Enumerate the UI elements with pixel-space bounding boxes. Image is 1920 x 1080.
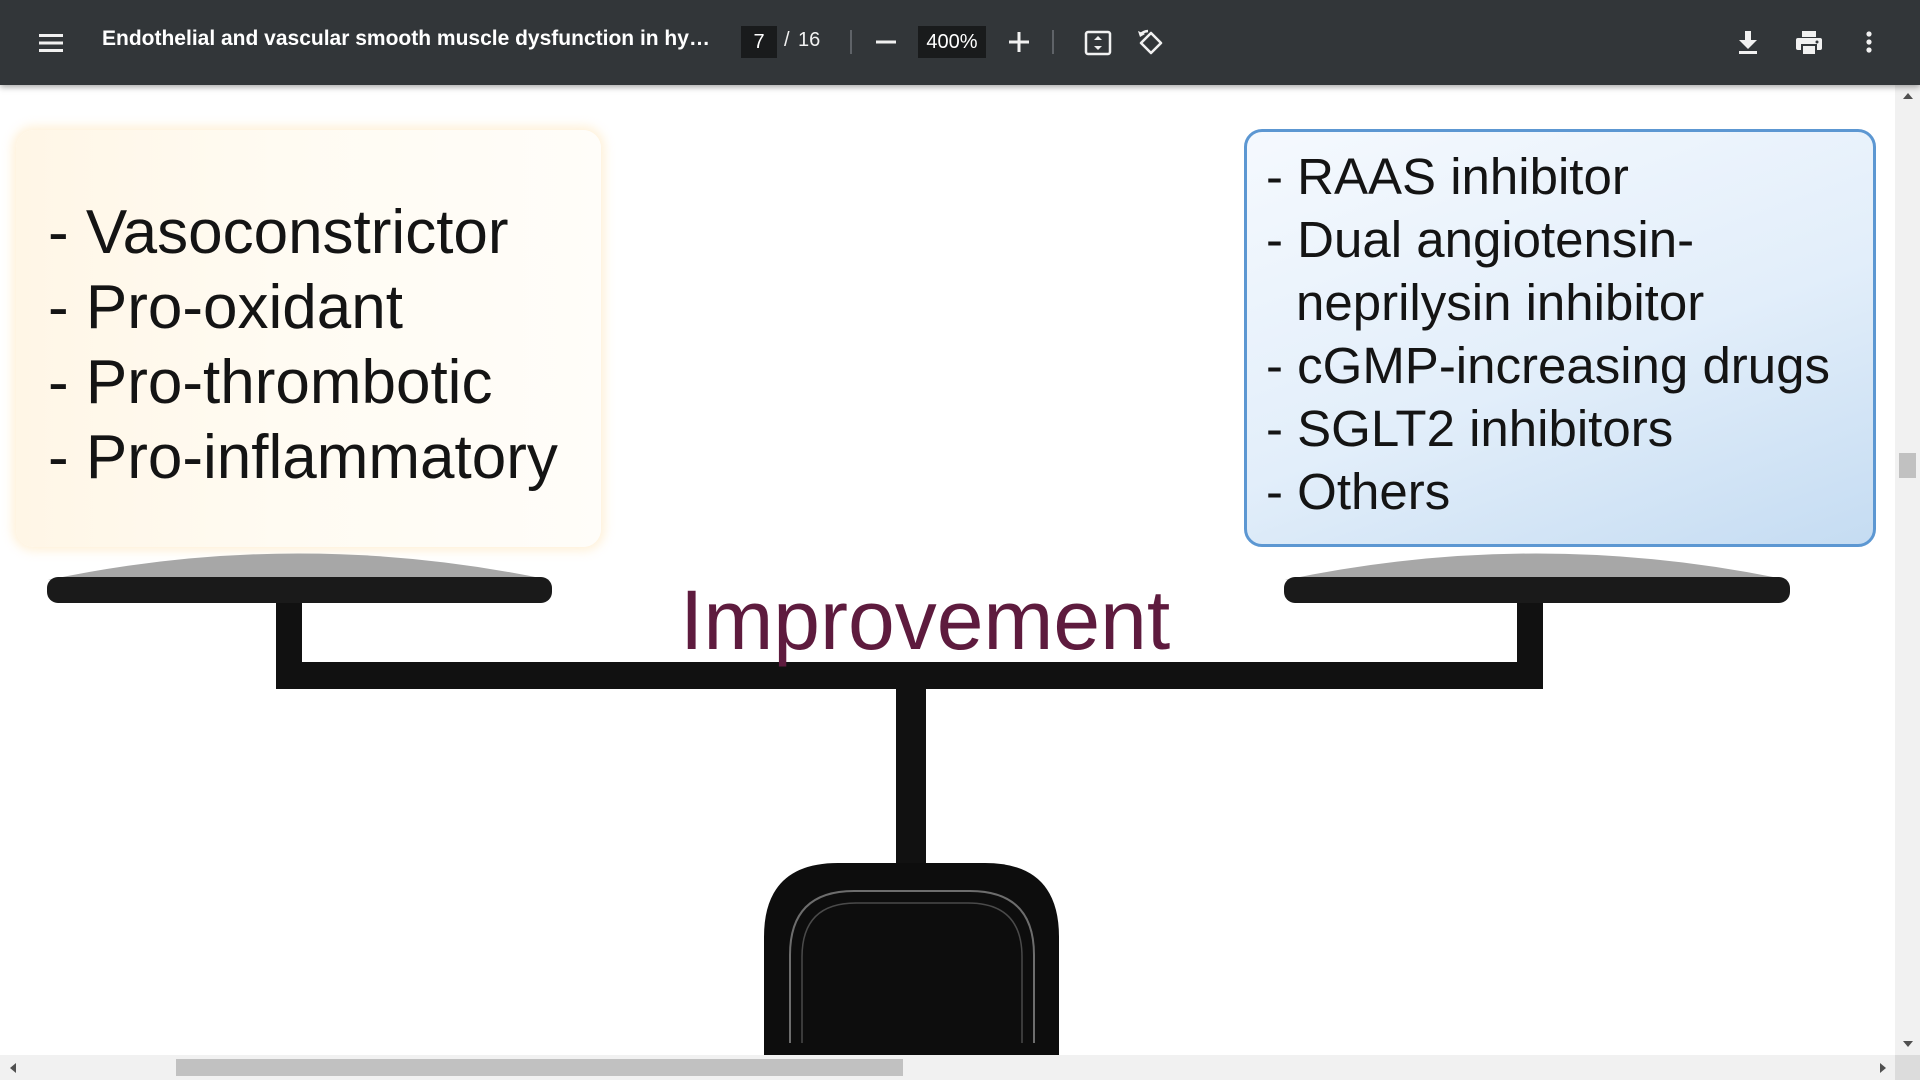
fit-to-page-icon — [1084, 30, 1112, 56]
page-number-input[interactable] — [741, 26, 777, 58]
list-item: - Dual angiotensin- — [1266, 211, 1695, 268]
toolbar-divider — [850, 30, 852, 54]
scroll-up-arrow[interactable] — [1895, 85, 1920, 107]
left-pan-top — [48, 553, 550, 580]
plus-icon — [1009, 32, 1029, 52]
list-item: - Vasoconstrictor — [48, 198, 509, 267]
document-title: Endothelial and vascular smooth muscle d… — [102, 27, 722, 50]
download-button[interactable] — [1728, 22, 1768, 62]
list-item: - SGLT2 inhibitors — [1266, 400, 1674, 457]
scroll-down-arrow[interactable] — [1895, 1033, 1920, 1055]
fit-to-page-button[interactable] — [1077, 22, 1119, 64]
triangle-up-icon — [1902, 93, 1913, 99]
list-item-continuation: neprilysin inhibitor — [1296, 274, 1705, 331]
right-pan-top — [1285, 553, 1788, 580]
page-total: 16 — [798, 29, 821, 51]
zoom-in-button[interactable] — [999, 22, 1039, 62]
triangle-down-icon — [1902, 1041, 1913, 1047]
more-options-button[interactable] — [1849, 22, 1889, 62]
triangle-right-icon — [1879, 1062, 1886, 1073]
list-item: - Pro-thrombotic — [48, 348, 493, 417]
left-factors-list: - Vasoconstrictor - Pro-oxidant - Pro-th… — [48, 195, 558, 495]
zoom-out-button[interactable] — [866, 22, 906, 62]
download-icon — [1739, 31, 1757, 54]
more-vertical-icon — [1866, 31, 1872, 53]
hamburger-menu-icon — [39, 34, 63, 52]
pdf-toolbar: Endothelial and vascular smooth muscle d… — [0, 0, 1920, 85]
right-pan-base — [1284, 577, 1790, 603]
scroll-right-arrow[interactable] — [1870, 1055, 1895, 1080]
print-icon — [1796, 31, 1822, 56]
rotate-counterclockwise-icon — [1138, 29, 1163, 55]
vertical-scrollbar[interactable] — [1895, 85, 1920, 1055]
print-button[interactable] — [1788, 22, 1830, 64]
minus-icon — [876, 40, 896, 44]
triangle-left-icon — [9, 1062, 16, 1073]
list-item: - cGMP-increasing drugs — [1266, 337, 1831, 394]
scrollbar-corner — [1895, 1055, 1920, 1080]
list-item: - RAAS inhibitor — [1266, 148, 1629, 205]
right-treatments-list: - RAAS inhibitor - Dual angiotensin- nep… — [1266, 145, 1830, 523]
document-viewport[interactable]: - Vasoconstrictor - Pro-oxidant - Pro-th… — [0, 85, 1895, 1055]
horizontal-scrollbar[interactable] — [0, 1055, 1895, 1080]
page-separator: / — [784, 29, 790, 51]
horizontal-scroll-thumb[interactable] — [176, 1059, 903, 1076]
rotate-button[interactable] — [1130, 22, 1172, 64]
toolbar-divider — [1052, 30, 1054, 54]
list-item: - Pro-inflammatory — [48, 423, 558, 492]
list-item: - Others — [1266, 463, 1451, 520]
scroll-left-arrow[interactable] — [0, 1055, 25, 1080]
zoom-level-input[interactable] — [918, 26, 986, 58]
menu-button[interactable] — [30, 22, 72, 64]
improvement-label: Improvement — [680, 573, 1171, 667]
vertical-scroll-thumb[interactable] — [1899, 453, 1916, 478]
list-item: - Pro-oxidant — [48, 273, 403, 342]
left-pan-base — [47, 577, 552, 603]
